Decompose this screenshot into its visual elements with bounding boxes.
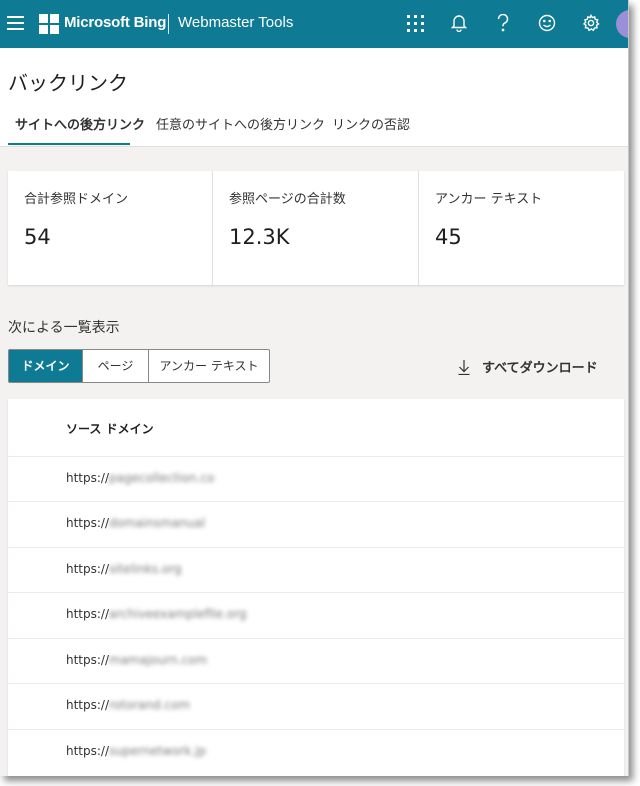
metric-label: 合計参照ドメイン bbox=[24, 192, 129, 207]
top-bar: Microsoft Bing Webmaster Tools bbox=[0, 0, 628, 48]
redacted-domain: rotorand.com bbox=[109, 698, 191, 712]
source-domain-cell[interactable]: https://supernetwork.jp bbox=[66, 744, 206, 758]
metric-value: 54 bbox=[24, 225, 51, 249]
backlinks-table: ソース ドメイン https://pagecollection.co https… bbox=[8, 399, 624, 776]
view-by-label: 次による一覧表示 bbox=[8, 320, 120, 336]
avatar[interactable] bbox=[616, 10, 628, 38]
redacted-domain: mamajourn.com bbox=[109, 653, 208, 667]
redacted-domain: pagecollection.co bbox=[109, 471, 215, 485]
active-tab-indicator bbox=[8, 143, 130, 145]
url-prefix: https:// bbox=[66, 744, 110, 758]
bell-icon[interactable] bbox=[447, 11, 471, 35]
url-prefix: https:// bbox=[66, 653, 110, 667]
tab-site-backlinks[interactable]: サイトへの後方リンク bbox=[15, 114, 145, 133]
table-row[interactable]: https://rotorand.com bbox=[8, 683, 624, 729]
redacted-domain: supernetwork.jp bbox=[109, 744, 207, 758]
menu-icon[interactable] bbox=[7, 16, 24, 30]
product-name[interactable]: Webmaster Tools bbox=[178, 14, 293, 31]
table-row[interactable]: https://mamajourn.com bbox=[8, 638, 624, 684]
url-prefix: https:// bbox=[66, 562, 110, 576]
source-domain-cell[interactable]: https://domainsmanual bbox=[66, 516, 205, 530]
help-icon[interactable] bbox=[491, 11, 515, 35]
page-title: バックリンク bbox=[8, 71, 128, 95]
app-window: Microsoft Bing Webmaster Tools バックリンク サイ… bbox=[0, 0, 629, 776]
metric-card-referring-pages: 参照ページの合計数 12.3K bbox=[212, 171, 419, 285]
metric-value: 12.3K bbox=[229, 225, 290, 249]
source-domain-cell[interactable]: https://sitelinks.org bbox=[66, 562, 182, 576]
table-row[interactable]: https://pagecollection.co bbox=[8, 456, 624, 502]
table-row[interactable]: https://sitelinks.org bbox=[8, 547, 624, 593]
table-row[interactable]: https://domainsmanual bbox=[8, 501, 624, 547]
source-domain-cell[interactable]: https://rotorand.com bbox=[66, 698, 190, 712]
metric-label: 参照ページの合計数 bbox=[229, 192, 346, 207]
page-header: バックリンク サイトへの後方リンク 任意のサイトへの後方リンク リンクの否認 bbox=[0, 48, 628, 147]
metric-card-anchor-text: アンカー テキスト 45 bbox=[418, 171, 625, 285]
view-by-domain-button[interactable]: ドメイン bbox=[9, 350, 83, 382]
metrics-panel: 合計参照ドメイン 54 参照ページの合計数 12.3K アンカー テキスト 45 bbox=[8, 171, 624, 285]
metric-label: アンカー テキスト bbox=[435, 192, 543, 207]
download-all-button[interactable]: すべてダウンロード bbox=[458, 357, 598, 376]
view-by-segmented-control: ドメイン ページ アンカー テキスト bbox=[8, 349, 270, 383]
url-prefix: https:// bbox=[66, 471, 110, 485]
smiley-icon[interactable] bbox=[535, 11, 559, 35]
metric-value: 45 bbox=[435, 225, 462, 249]
app-launcher-icon[interactable] bbox=[403, 11, 427, 35]
view-by-page-button[interactable]: ページ bbox=[83, 350, 149, 382]
microsoft-logo-icon bbox=[39, 14, 59, 34]
url-prefix: https:// bbox=[66, 516, 110, 530]
download-icon bbox=[458, 359, 470, 375]
view-by-anchor-text-button[interactable]: アンカー テキスト bbox=[149, 350, 269, 382]
redacted-domain: archiveexamplefile.org bbox=[109, 607, 247, 621]
table-row[interactable]: https://supernetwork.jp bbox=[8, 729, 624, 775]
redacted-domain: domainsmanual bbox=[109, 516, 206, 530]
metric-card-referring-domains: 合計参照ドメイン 54 bbox=[8, 171, 212, 285]
redacted-domain: sitelinks.org bbox=[109, 562, 182, 576]
brand-name[interactable]: Microsoft Bing bbox=[64, 14, 166, 31]
column-header-source-domain[interactable]: ソース ドメイン bbox=[66, 420, 154, 437]
brand-separator bbox=[168, 14, 169, 34]
download-all-label: すべてダウンロード bbox=[482, 361, 598, 376]
table-row[interactable]: https://archiveexamplefile.org bbox=[8, 592, 624, 638]
url-prefix: https:// bbox=[66, 698, 110, 712]
gear-icon[interactable] bbox=[579, 11, 603, 35]
source-domain-cell[interactable]: https://pagecollection.co bbox=[66, 471, 214, 485]
source-domain-cell[interactable]: https://archiveexamplefile.org bbox=[66, 607, 246, 621]
tab-disavow-links[interactable]: リンクの否認 bbox=[332, 114, 410, 133]
tab-any-site-backlinks[interactable]: 任意のサイトへの後方リンク bbox=[156, 114, 325, 133]
url-prefix: https:// bbox=[66, 607, 110, 621]
source-domain-cell[interactable]: https://mamajourn.com bbox=[66, 653, 207, 667]
